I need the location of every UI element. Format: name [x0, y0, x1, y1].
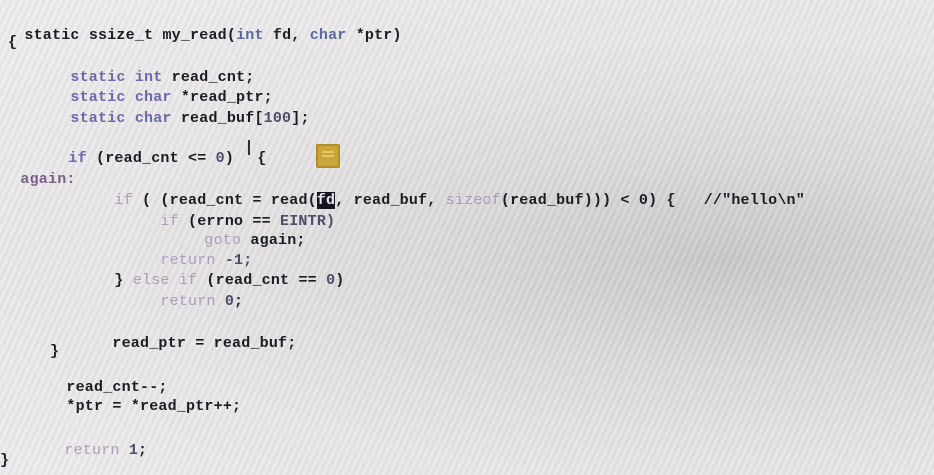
code-token: char	[134, 110, 172, 127]
code-token: )	[224, 150, 235, 167]
code-token: 1	[128, 442, 139, 459]
code-token: if	[114, 192, 133, 209]
code-token: 0	[326, 272, 336, 289]
code-line-6: if (read_cnt <= 0) {	[50, 133, 266, 167]
code-token: if	[160, 213, 179, 230]
code-token: sizeof	[445, 192, 501, 209]
code-token: int	[236, 27, 264, 44]
code-token: (read_buf))) < 0) {	[500, 192, 676, 209]
code-token: read_ptr = read_buf;	[112, 335, 297, 352]
code-line-14: read_ptr = read_buf;	[94, 318, 296, 352]
code-label: again:	[20, 171, 76, 188]
code-line-17: *ptr = *read_ptr++;	[48, 381, 241, 415]
code-line-18: return 1;	[46, 425, 147, 459]
code-line-15: }	[50, 343, 59, 360]
code-token: }	[0, 452, 10, 469]
code-token: , read_buf,	[335, 192, 446, 209]
code-token: return	[64, 442, 120, 459]
code-token: read_buf[	[171, 110, 264, 127]
code-token: fd,	[263, 27, 310, 44]
code-token: (read_cnt <=	[86, 150, 216, 167]
code-token: *ptr)	[346, 27, 402, 44]
code-line-1: static ssize_t my_read(int fd, char *ptr…	[6, 10, 402, 44]
code-line-5: static char read_buf[100];	[52, 93, 310, 127]
code-line-7: again:	[2, 154, 76, 188]
code-token: {	[8, 34, 18, 51]
code-token: ssize_t my_read(	[79, 27, 237, 44]
code-line-19: }	[0, 452, 9, 469]
code-token: 100	[263, 110, 292, 127]
text-cursor-icon: I	[246, 136, 252, 160]
code-token: return	[160, 293, 216, 310]
code-token: ;	[234, 293, 244, 310]
code-line-13: return 0;	[142, 276, 243, 310]
code-line-2: {	[8, 34, 17, 51]
code-token: 0	[224, 293, 235, 310]
code-token: ;	[138, 442, 148, 459]
code-token: static	[70, 110, 126, 127]
code-token: }	[50, 343, 60, 360]
drag-handle-icon[interactable]	[316, 144, 340, 168]
code-token: )	[335, 272, 345, 289]
code-token: *ptr = *read_ptr++;	[66, 398, 242, 415]
code-token: 0	[215, 150, 225, 167]
code-token: ];	[291, 110, 310, 127]
code-token: char	[309, 27, 347, 44]
code-token: }	[114, 272, 133, 289]
code-token: static	[24, 27, 80, 44]
code-comment: //"hello\n"	[703, 192, 805, 209]
